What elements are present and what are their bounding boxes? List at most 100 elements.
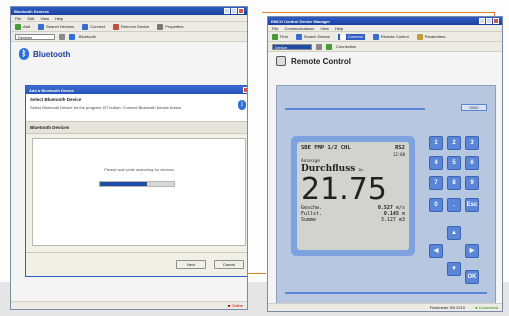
find-icon (272, 33, 278, 40)
statusbar: ■ Online (11, 301, 247, 309)
add-device-dialog: Add a Bluetooth Device Select Bluetooth … (25, 85, 247, 277)
menu-view[interactable]: View (40, 16, 49, 21)
bluetooth-small-icon (69, 33, 75, 40)
lcd-header: SBE FMP 1/2 CHL RS2 (301, 145, 405, 151)
cancel-button[interactable]: Cancel (214, 260, 244, 269)
lcd-row-label: Summe (301, 217, 317, 223)
device-bar-label: Connection (336, 44, 357, 49)
keypad: 1 2 3 4 5 6 7 8 9 0 . Esc ▲ ◀ ▶ ▼ OK (429, 136, 483, 286)
key-5[interactable]: 5 (447, 156, 461, 170)
bluetooth-icon: ᛒ (238, 100, 246, 110)
menu-view[interactable]: View (320, 26, 329, 31)
bluetooth-icon: ᛒ (19, 48, 29, 60)
connect-icon (82, 23, 89, 30)
remote-control-label: Remote Control (380, 34, 409, 39)
key-0[interactable]: 0 (429, 198, 443, 212)
key-down[interactable]: ▼ (447, 262, 461, 276)
menu-edit[interactable]: Edit (27, 16, 34, 21)
properties-icon (157, 23, 164, 30)
search-devices-button[interactable]: Search Devices (38, 23, 75, 30)
remove-icon (113, 23, 120, 30)
close-button[interactable] (238, 8, 244, 14)
key-4[interactable]: 4 (429, 156, 443, 170)
minimize-button[interactable] (224, 8, 230, 14)
key-esc[interactable]: Esc (465, 198, 479, 212)
toolbar: Find Search Device Connect Remote Contro… (268, 32, 502, 42)
key-up[interactable]: ▲ (447, 226, 461, 240)
search-icon (38, 23, 45, 30)
next-button[interactable]: Next (176, 260, 206, 269)
address-label: Bluetooth (79, 34, 96, 39)
search-panel: Please wait while searching for devices (32, 138, 246, 246)
dialog-close-button[interactable] (243, 87, 247, 93)
remove-device-label: Remove Device (121, 24, 150, 29)
lcd-row: Summe 3.127 m3 (301, 217, 405, 223)
dropdown-icon[interactable] (316, 43, 322, 50)
lcd-time: 12:00 (392, 152, 405, 157)
maximize-button[interactable] (486, 18, 492, 24)
key-6[interactable]: 6 (465, 156, 479, 170)
window-title: Bluetooth Devices (14, 8, 49, 14)
bottom-divider (285, 292, 487, 294)
menu-communications[interactable]: Communications (284, 26, 314, 31)
screenshot-stage: Bluetooth Devices File Edit View Help Ad… (0, 0, 509, 316)
properties-button[interactable]: Properties (157, 23, 184, 30)
status-connected-label: Connected (478, 305, 498, 310)
parameters-button[interactable]: Parameters (416, 33, 446, 40)
search-device-button[interactable]: Search Device (295, 33, 330, 40)
dialog-footer: Next Cancel (26, 252, 247, 276)
dropdown-icon[interactable] (59, 33, 65, 40)
dialog-header: Select Bluetooth Device Select Bluetooth… (26, 94, 247, 122)
key-1[interactable]: 1 (429, 136, 443, 150)
lcd-main-value: 21.75 (301, 172, 387, 207)
titlebar: EMCO Control Device Manager (268, 17, 502, 25)
search-devices-label: Search Devices (46, 24, 75, 29)
add-icon (15, 23, 21, 30)
key-ok[interactable]: OK (465, 270, 479, 284)
lcd-display: SBE FMP 1/2 CHL RS2 12:00 Anzeige Durchf… (291, 136, 415, 256)
connect-label: Connect (347, 34, 363, 39)
key-dot[interactable]: . (447, 198, 461, 212)
maximize-button[interactable] (231, 8, 237, 14)
dialog-header-text: Select Bluetooth Device for the program.… (30, 105, 182, 110)
remote-control-button[interactable]: Remote Control (372, 33, 409, 40)
menu-help[interactable]: Help (335, 26, 343, 31)
device-bar: Device Connection (268, 42, 502, 52)
code-field[interactable]: 0000 (461, 104, 487, 111)
decorative-orange-line-top (262, 12, 494, 13)
parameters-label: Parameters (424, 34, 446, 39)
lcd-subheader: 12:00 (301, 152, 405, 157)
statusbar: Flowmeter SN 2210 ● Connected (268, 303, 502, 311)
key-right[interactable]: ▶ (465, 244, 479, 258)
add-button[interactable]: Add (15, 23, 30, 30)
minimize-button[interactable] (479, 18, 485, 24)
close-button[interactable] (493, 18, 499, 24)
menu-file[interactable]: File (15, 16, 21, 21)
lcd-row-number: 3.127 (380, 217, 396, 223)
search-progress-bar (99, 181, 175, 187)
menu-file[interactable]: File (272, 26, 278, 31)
key-3[interactable]: 3 (465, 136, 479, 150)
key-9[interactable]: 9 (465, 176, 479, 190)
connect-button[interactable]: Connect (82, 23, 106, 30)
address-field[interactable]: Devices (15, 33, 55, 40)
key-7[interactable]: 7 (429, 176, 443, 190)
key-2[interactable]: 2 (447, 136, 461, 150)
connect-label: Connect (90, 24, 106, 29)
key-left[interactable]: ◀ (429, 244, 443, 258)
search-message: Please wait while searching for devices (104, 167, 174, 172)
remove-device-button[interactable]: Remove Device (113, 23, 150, 30)
search-icon (295, 33, 302, 40)
menu-help[interactable]: Help (55, 16, 63, 21)
lcd-header-left: SBE FMP 1/2 CHL (301, 145, 351, 151)
connect-button[interactable]: Connect (337, 33, 365, 40)
connect-icon (339, 33, 346, 40)
device-field[interactable]: Device (272, 43, 312, 50)
key-8[interactable]: 8 (447, 176, 461, 190)
window-title: EMCO Control Device Manager (271, 18, 330, 24)
remote-control-icon (276, 56, 286, 66)
address-bar: Devices Bluetooth (11, 32, 247, 42)
dialog-section-label: Bluetooth Devices (26, 122, 247, 134)
find-button[interactable]: Find (272, 33, 288, 40)
toolbar: Add Search Devices Connect Remove Device… (11, 22, 247, 32)
